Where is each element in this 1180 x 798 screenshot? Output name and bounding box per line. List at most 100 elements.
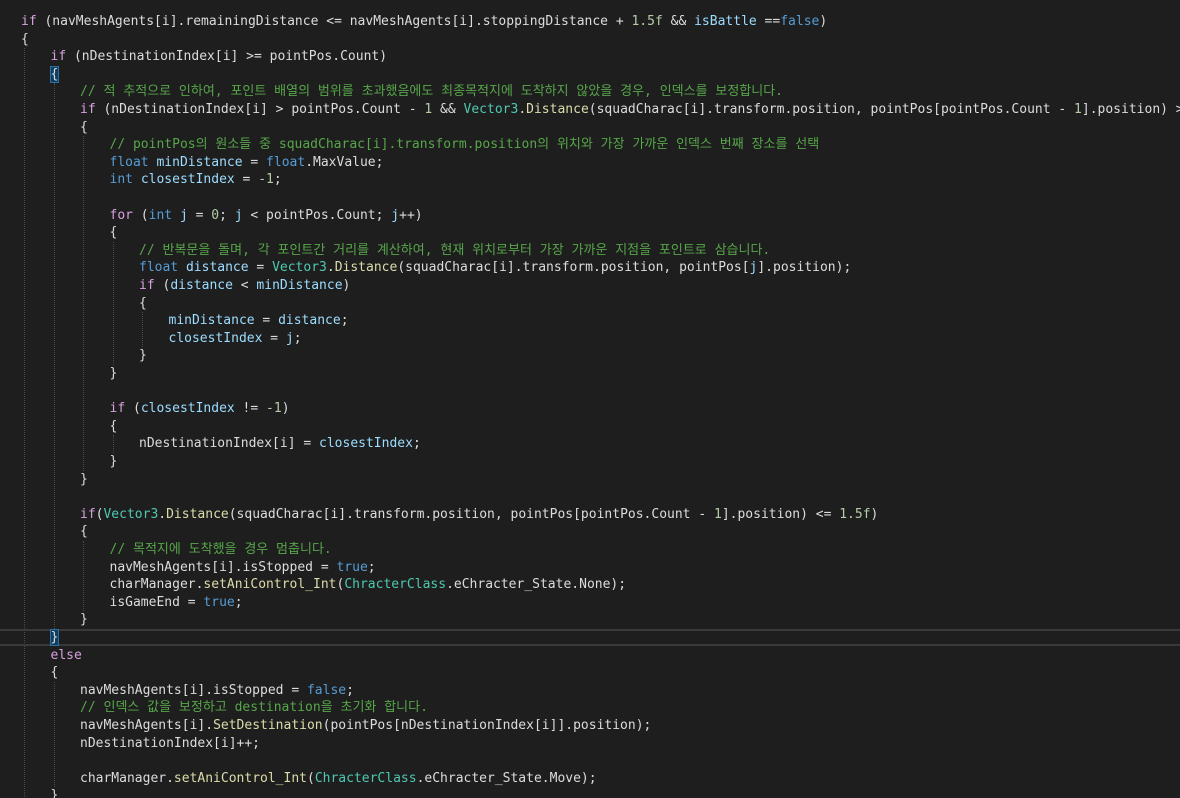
code-line[interactable]: if (closestIndex != -1) xyxy=(0,400,1180,418)
code-token: ; xyxy=(412,436,421,452)
code-line[interactable]: navMeshAgents[i].isStopped = true; xyxy=(0,559,1180,577)
code-token: ; xyxy=(219,207,235,223)
code-line[interactable]: for (int j = 0; j < pointPos.Count; j++) xyxy=(0,207,1180,225)
code-token: ChracterClass xyxy=(344,577,447,593)
code-line[interactable]: isGameEnd = true; xyxy=(0,594,1180,612)
code-token: Distance xyxy=(166,506,229,522)
code-line-text: } xyxy=(49,629,60,647)
code-line-text: charManager.setAniControl_Int(ChracterCl… xyxy=(110,576,627,594)
code-token: // pointPos의 원소들 중 squadCharac[i].transf… xyxy=(109,137,820,153)
code-token: closestIndex xyxy=(140,172,235,188)
code-token: nDestinationIndex[i] = xyxy=(139,436,320,452)
code-token: ; xyxy=(273,172,282,188)
code-line[interactable]: { xyxy=(0,295,1180,313)
code-token: } xyxy=(109,366,118,381)
code-line-text: isGameEnd = true; xyxy=(110,594,243,612)
code-line[interactable]: } xyxy=(0,365,1180,383)
code-token: { xyxy=(109,225,118,241)
code-line-text: if (distance < minDistance) xyxy=(139,277,350,295)
code-line[interactable]: // 인덱스 값을 보정하고 destination을 초기화 합니다. xyxy=(0,699,1180,717)
code-line[interactable]: float distance = Vector3.Distance(squadC… xyxy=(0,259,1180,277)
code-token: if xyxy=(80,506,96,522)
code-token: ++) xyxy=(399,207,423,223)
code-line-text: float minDistance = float.MaxValue; xyxy=(110,154,384,172)
code-line[interactable]: navMeshAgents[i].isStopped = false; xyxy=(0,682,1180,700)
code-line[interactable]: } xyxy=(0,629,1180,647)
code-token: 1.5f xyxy=(839,506,871,522)
code-line[interactable]: { xyxy=(0,523,1180,541)
code-line[interactable]: // 목적지에 도착했을 경우 멈춥니다. xyxy=(0,541,1180,559)
code-line-text: } xyxy=(110,453,118,471)
code-token: charManager. xyxy=(80,770,174,786)
code-token: float xyxy=(109,154,149,170)
code-line[interactable]: minDistance = distance; xyxy=(0,312,1180,330)
code-line-text: nDestinationIndex[i]++; xyxy=(80,735,260,753)
code-token: && xyxy=(432,102,464,117)
code-line[interactable]: // 적 추적으로 인하여, 포인트 배열의 범위를 초과했음에도 최종목적지에… xyxy=(0,83,1180,101)
code-editor[interactable]: if (navMeshAgents[i].remainingDistance <… xyxy=(0,0,1180,798)
code-line-text: if (closestIndex != -1) xyxy=(110,400,290,418)
code-token: .MaxValue; xyxy=(305,154,384,170)
code-line[interactable]: } xyxy=(0,611,1180,629)
code-line[interactable]: nDestinationIndex[i] = closestIndex; xyxy=(0,435,1180,453)
code-line[interactable]: // pointPos의 원소들 중 squadCharac[i].transf… xyxy=(0,136,1180,154)
code-token: minDistance xyxy=(156,154,243,170)
code-token: -1 xyxy=(258,172,274,188)
code-line[interactable]: { xyxy=(0,119,1180,137)
code-line-text: { xyxy=(51,664,59,682)
code-line[interactable]: else xyxy=(0,647,1180,665)
code-line-text: } xyxy=(51,787,59,798)
code-line[interactable] xyxy=(0,488,1180,506)
code-line[interactable]: } xyxy=(0,453,1180,471)
code-line[interactable]: closestIndex = j; xyxy=(0,330,1180,348)
code-line[interactable]: } xyxy=(0,471,1180,489)
code-line-text: // 적 추적으로 인하여, 포인트 배열의 범위를 초과했음에도 최종목적지에… xyxy=(80,83,783,101)
code-line[interactable] xyxy=(0,189,1180,207)
code-token: closestIndex xyxy=(319,436,413,452)
code-line[interactable]: } xyxy=(0,787,1180,798)
code-line[interactable]: { xyxy=(0,664,1180,682)
code-token: distance xyxy=(185,260,249,276)
code-line[interactable]: int closestIndex = -1; xyxy=(0,171,1180,189)
code-token: = xyxy=(234,172,259,188)
code-token: < xyxy=(232,278,257,293)
code-token: false xyxy=(780,14,820,29)
code-line[interactable]: charManager.setAniControl_Int(ChracterCl… xyxy=(0,770,1180,788)
code-token: { xyxy=(80,119,88,135)
code-line[interactable]: if (navMeshAgents[i].remainingDistance <… xyxy=(0,13,1180,31)
code-line[interactable]: { xyxy=(0,65,1180,84)
code-line-text: } xyxy=(110,365,118,383)
code-line[interactable]: if (nDestinationIndex[i] > pointPos.Coun… xyxy=(0,101,1180,119)
code-token: float xyxy=(266,154,306,170)
code-line[interactable]: // 반복문을 돌며, 각 포인트간 거리를 계산하여, 현재 위치로부터 가장… xyxy=(0,242,1180,260)
code-line[interactable]: if (nDestinationIndex[i] >= pointPos.Cou… xyxy=(0,48,1180,66)
code-line[interactable]: if(Vector3.Distance(squadCharac[i].trans… xyxy=(0,506,1180,524)
code-token: if xyxy=(80,102,96,117)
code-token: Vector3 xyxy=(103,506,159,522)
code-line[interactable]: { xyxy=(0,418,1180,436)
code-line[interactable]: { xyxy=(0,31,1180,49)
code-line-text: } xyxy=(80,471,88,489)
code-token: (squadCharac[i].transform.position, poin… xyxy=(397,260,750,276)
code-line[interactable]: if (distance < minDistance) xyxy=(0,277,1180,295)
code-token: if xyxy=(139,278,155,293)
code-token: . xyxy=(158,506,167,522)
code-line-text: navMeshAgents[i].SetDestination(pointPos… xyxy=(80,717,651,735)
code-token: { xyxy=(109,418,118,434)
code-token: Distance xyxy=(526,102,589,117)
code-line-text: // 목적지에 도착했을 경우 멈춥니다. xyxy=(110,541,332,559)
code-token: int xyxy=(109,172,133,188)
code-token: Vector3 xyxy=(463,102,519,117)
code-line[interactable]: } xyxy=(0,347,1180,365)
code-line[interactable] xyxy=(0,752,1180,770)
code-token: minDistance xyxy=(256,278,343,293)
code-token: } xyxy=(139,348,147,364)
code-line[interactable]: charManager.setAniControl_Int(ChracterCl… xyxy=(0,576,1180,594)
code-line[interactable]: nDestinationIndex[i]++; xyxy=(0,735,1180,753)
code-line[interactable] xyxy=(0,383,1180,401)
code-line[interactable]: float minDistance = float.MaxValue; xyxy=(0,154,1180,172)
code-line[interactable]: navMeshAgents[i].SetDestination(pointPos… xyxy=(0,717,1180,735)
code-line[interactable]: { xyxy=(0,224,1180,242)
